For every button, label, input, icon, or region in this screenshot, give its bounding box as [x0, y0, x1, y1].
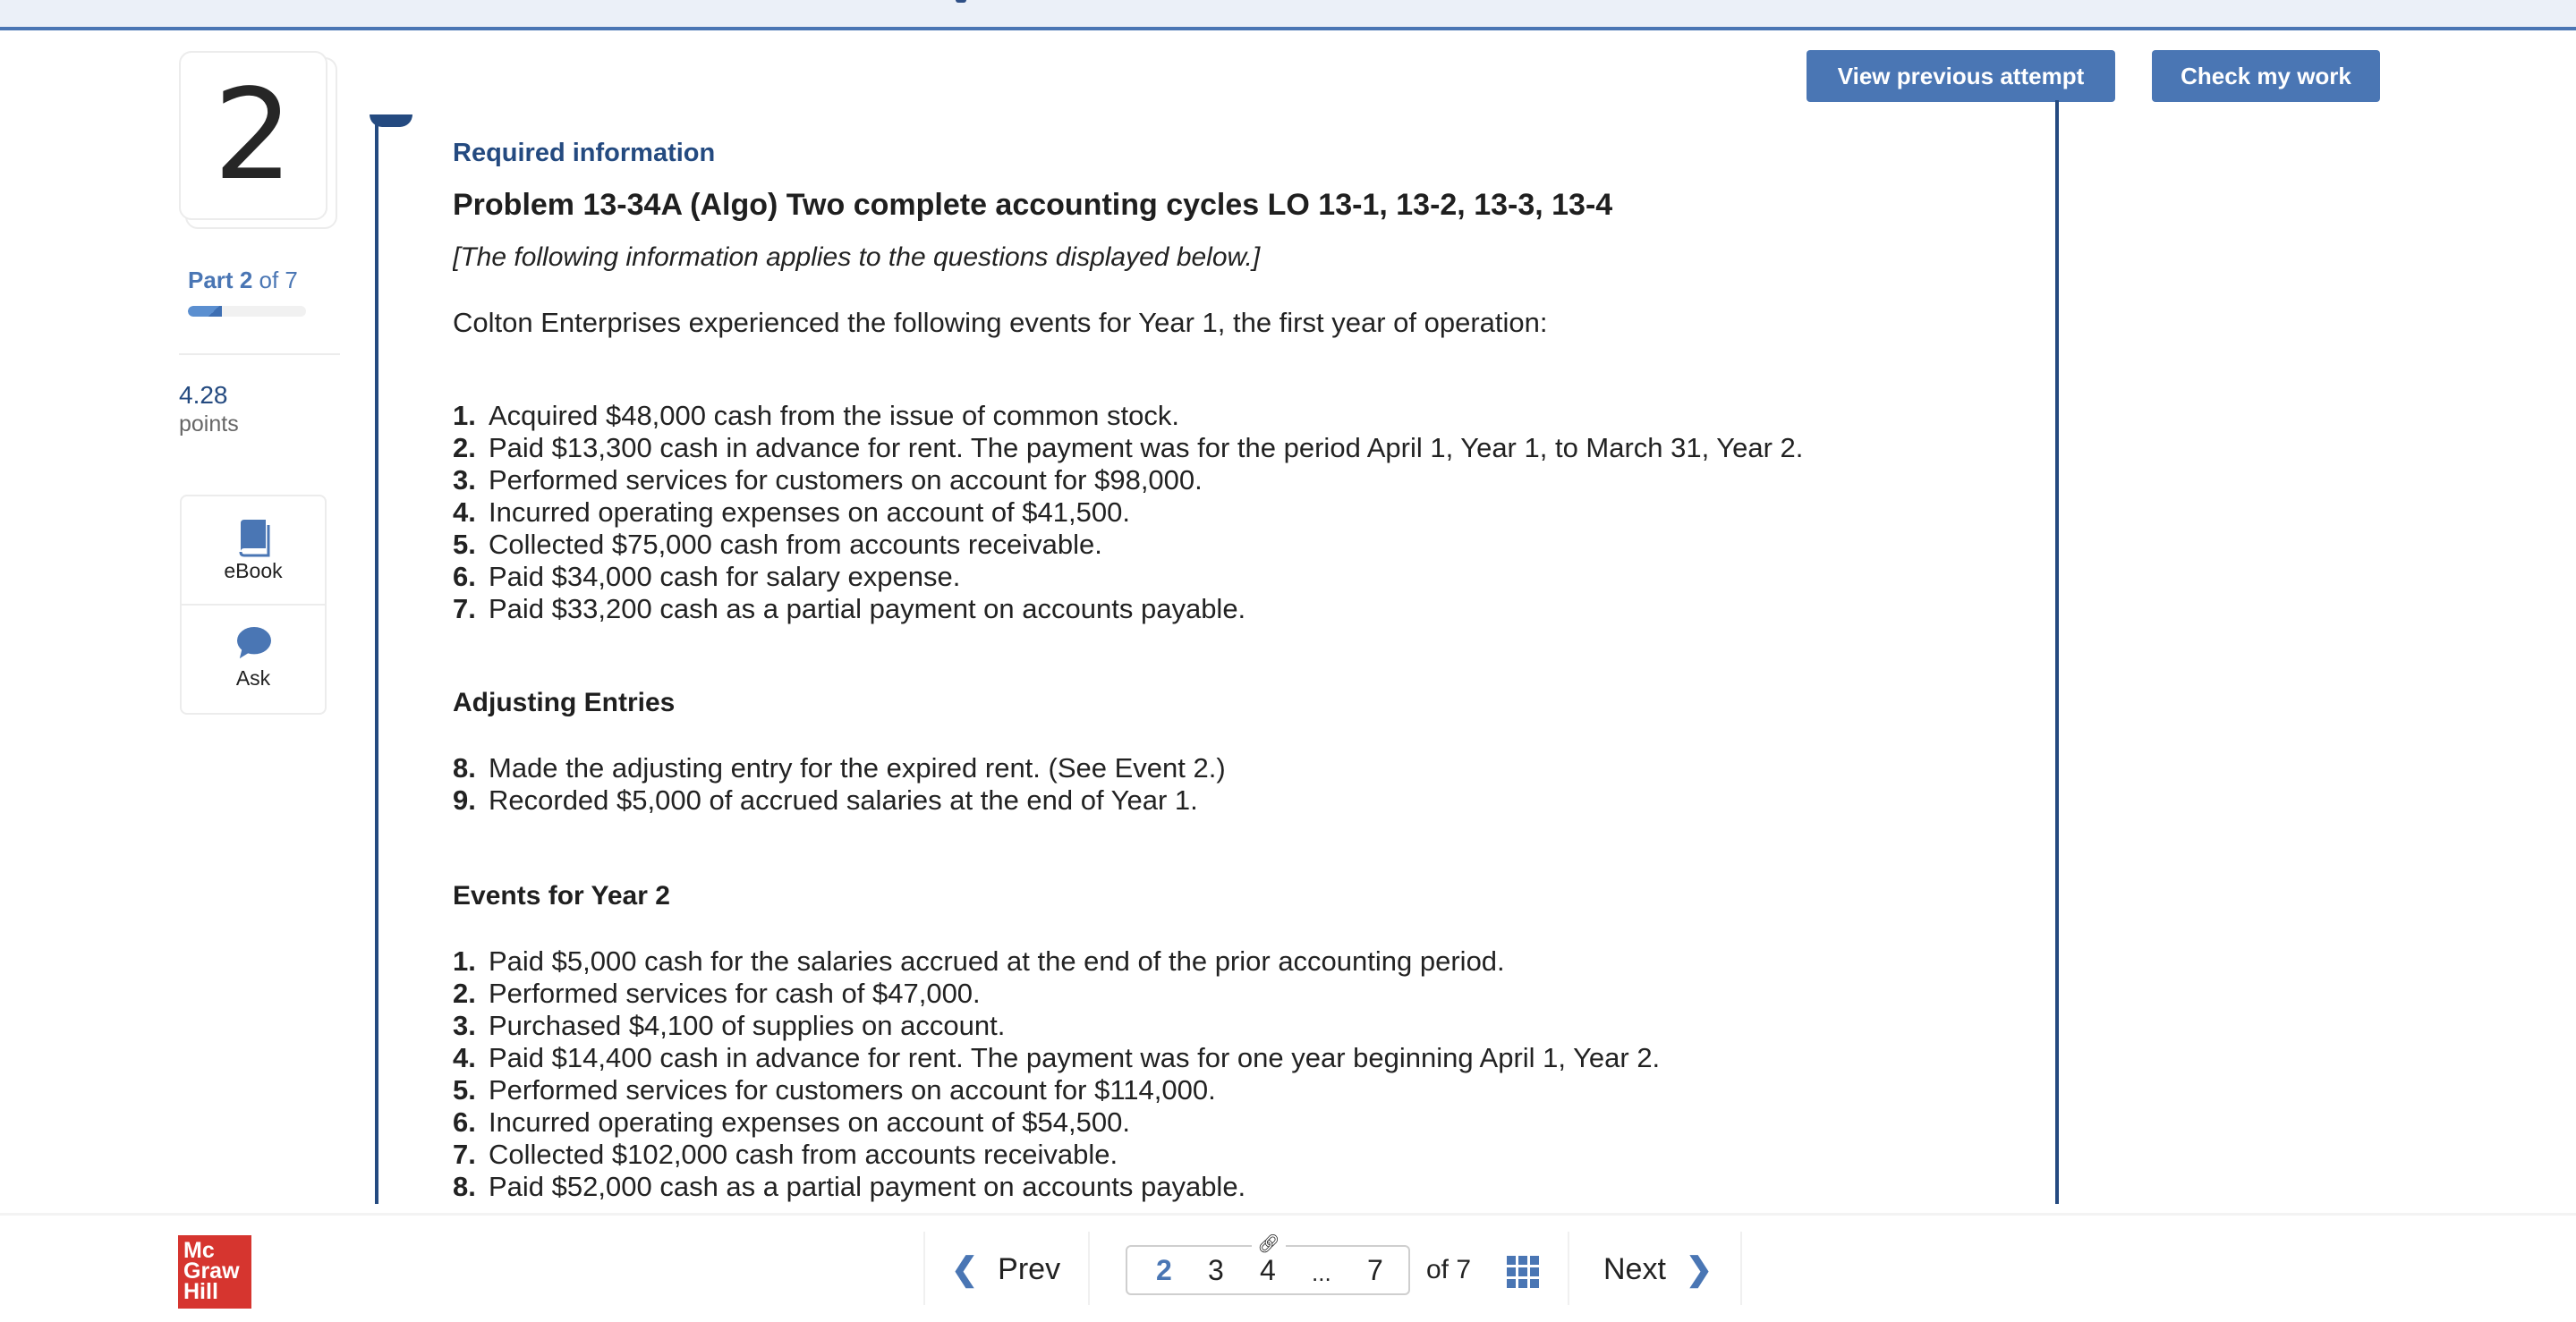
- points-value: 4.28: [179, 381, 228, 409]
- next-label: Next: [1603, 1251, 1666, 1286]
- list-item: 3. Performed services for customers on ac…: [453, 464, 1203, 496]
- page-7-button[interactable]: 7: [1367, 1254, 1383, 1287]
- list-item: 5. Collected $75,000 cash from accounts r…: [453, 529, 1102, 560]
- prev-label: Prev: [998, 1251, 1061, 1286]
- list-item: 2. Paid $13,300 cash in advance for rent.…: [453, 432, 1804, 463]
- year2-events-heading: Events for Year 2: [453, 881, 670, 911]
- adjusting-entries-heading: Adjusting Entries: [453, 688, 676, 717]
- page-ellipsis: ...: [1312, 1259, 1331, 1286]
- list-item: 4. Incurred operating expenses on account…: [453, 496, 1130, 528]
- year2-events-list: 1. Paid $5,000 cash for the salaries accr…: [453, 945, 2028, 1204]
- list-item: 1. Acquired $48,000 cash from the issue o…: [453, 400, 1179, 431]
- part-indicator: Part 2 of 7: [188, 267, 298, 294]
- nav-separator: [1740, 1232, 1742, 1305]
- book-icon: [239, 520, 270, 557]
- list-item: 1. Paid $5,000 cash for the salaries accr…: [453, 945, 1505, 977]
- sidebar-divider: [179, 353, 340, 355]
- footer-nav: Mc Graw Hill ❮ Prev 🔗︎ 2 3 4 ... 7 of 7 …: [0, 1213, 2576, 1322]
- check-my-work-button[interactable]: Check my work: [2152, 50, 2380, 102]
- intro-text: Colton Enterprises experienced the follo…: [453, 307, 1548, 338]
- ebook-button[interactable]: eBook: [182, 496, 325, 606]
- list-item: 5. Performed services for customers on ac…: [453, 1074, 1216, 1106]
- part-current: 2: [239, 267, 253, 293]
- page-total: of 7: [1426, 1255, 1472, 1284]
- content-left-border: [375, 114, 378, 1204]
- page-selector: 🔗︎ 2 3 4 ... 7: [1126, 1233, 1410, 1295]
- year1-events-list: 1. Acquired $48,000 cash from the issue o…: [453, 400, 2028, 625]
- list-item: 9.Paid $32,800 cash for salary expense.: [453, 1203, 2028, 1204]
- prev-button[interactable]: ❮ Prev: [951, 1242, 1060, 1296]
- chevron-right-icon: ❯: [1685, 1250, 1713, 1287]
- link-icon: 🔗︎: [1252, 1233, 1286, 1254]
- list-item: 3. Purchased $4,100 of supplies on accoun…: [453, 1010, 1006, 1041]
- grid-icon[interactable]: [1507, 1256, 1539, 1288]
- part-total: of 7: [259, 267, 298, 293]
- page-2-button[interactable]: 2: [1156, 1254, 1172, 1287]
- info-note: [The following information applies to th…: [453, 242, 1261, 272]
- question-number-card: 2: [179, 51, 327, 220]
- question-content[interactable]: Required information Problem 13-34A (Alg…: [453, 134, 2028, 1204]
- problem-title: Problem 13-34A (Algo) Two complete accou…: [453, 188, 1613, 222]
- next-button[interactable]: Next ❯: [1603, 1242, 1713, 1296]
- nav-separator: [923, 1232, 925, 1305]
- list-item: 7. Paid $33,200 cash as a partial payment…: [453, 593, 1246, 624]
- list-item: 6. Paid $34,000 cash for salary expense.: [453, 561, 961, 592]
- page-3-button[interactable]: 3: [1208, 1254, 1224, 1287]
- points-label: points: [179, 411, 239, 436]
- part-progress-fill: [188, 306, 222, 317]
- list-item: 8. Paid $52,000 cash as a partial payment…: [453, 1171, 1246, 1202]
- part-progress-bar: [188, 306, 306, 317]
- top-bar: [0, 0, 2576, 30]
- tools-panel: eBook Ask: [180, 495, 327, 715]
- top-bar-partial-icon: [956, 0, 966, 3]
- content-right-border: [2055, 100, 2059, 1204]
- speech-bubble-icon: [237, 627, 271, 659]
- list-item: 6. Incurred operating expenses on account…: [453, 1106, 1130, 1138]
- mcgraw-hill-logo: Mc Graw Hill: [178, 1235, 251, 1309]
- list-item: 2. Performed services for cash of $47,000…: [453, 978, 981, 1009]
- adjusting-entries-list: 8. Made the adjusting entry for the expir…: [453, 752, 2028, 817]
- question-number: 2: [213, 63, 293, 208]
- content-top-marker: [370, 114, 412, 127]
- ask-label: Ask: [235, 666, 271, 690]
- ask-button[interactable]: Ask: [182, 606, 325, 713]
- part-label: Part: [188, 267, 234, 293]
- ebook-label: eBook: [224, 559, 283, 582]
- nav-separator: [1568, 1232, 1569, 1305]
- chevron-left-icon: ❮: [951, 1250, 979, 1287]
- page-4-button[interactable]: 4: [1260, 1254, 1276, 1287]
- view-previous-attempt-button[interactable]: View previous attempt: [1807, 50, 2115, 102]
- required-information-heading: Required information: [453, 139, 716, 167]
- list-item: 9. Recorded $5,000 of accrued salaries at…: [453, 784, 1198, 816]
- list-item: 8. Made the adjusting entry for the expir…: [453, 752, 1226, 784]
- nav-separator: [1088, 1232, 1090, 1305]
- list-item: 7. Collected $102,000 cash from accounts …: [453, 1139, 1118, 1170]
- list-item: 4. Paid $14,400 cash in advance for rent.…: [453, 1042, 1661, 1073]
